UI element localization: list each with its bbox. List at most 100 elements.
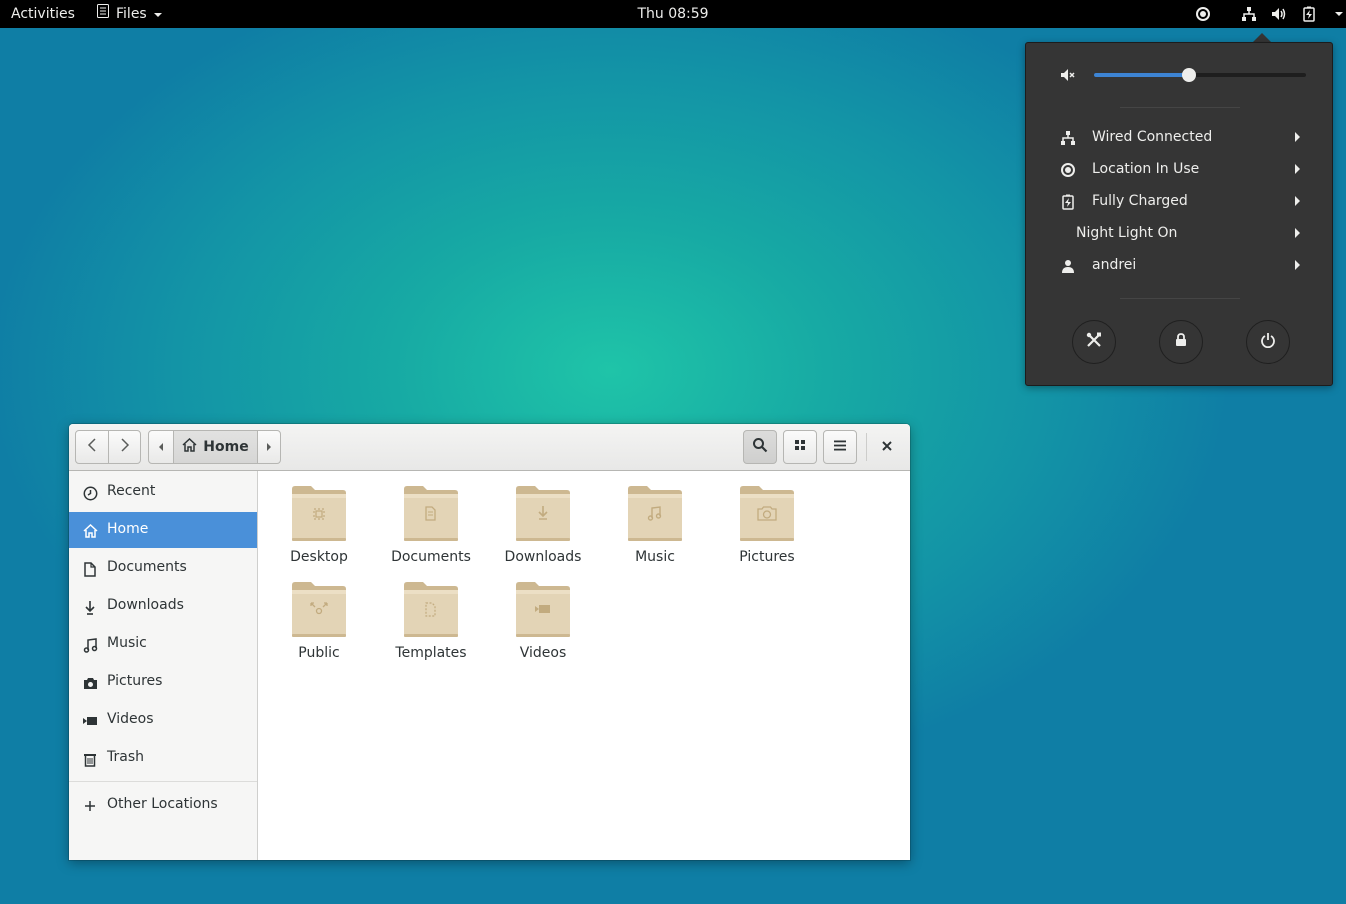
folder-label: Desktop bbox=[290, 549, 348, 565]
volume-muted-icon[interactable] bbox=[1060, 67, 1076, 87]
document-icon bbox=[82, 561, 98, 577]
folder-public[interactable]: Public bbox=[263, 571, 375, 663]
view-toggle-button[interactable] bbox=[783, 430, 817, 464]
location-icon bbox=[1060, 162, 1076, 178]
folder-templates[interactable]: Templates bbox=[375, 571, 487, 663]
separator bbox=[1120, 107, 1240, 108]
folder-icon bbox=[404, 486, 458, 541]
sidebar-item-documents[interactable]: Documents bbox=[69, 550, 257, 586]
folder-label: Pictures bbox=[739, 549, 795, 565]
sidebar-item-recent[interactable]: Recent bbox=[69, 474, 257, 510]
clock-area: Thu 08:59 bbox=[0, 0, 1346, 28]
menu-item-label: Location In Use bbox=[1092, 161, 1200, 177]
submenu-arrow-icon bbox=[1295, 132, 1300, 142]
sidebar-item-label: Pictures bbox=[107, 673, 163, 689]
search-button[interactable] bbox=[743, 430, 777, 464]
arrow-left-icon bbox=[159, 443, 163, 451]
power-button[interactable] bbox=[1246, 320, 1290, 364]
sidebar-item-music[interactable]: Music bbox=[69, 626, 257, 662]
header-bar: Home bbox=[69, 424, 910, 471]
volume-row bbox=[1026, 61, 1334, 89]
sidebar-item-other-locations[interactable]: Other Locations bbox=[69, 787, 257, 823]
folder-pictures[interactable]: Pictures bbox=[711, 475, 823, 567]
menu-item-label: andrei bbox=[1092, 257, 1137, 273]
menu-item-label: Wired Connected bbox=[1092, 129, 1213, 145]
folder-downloads[interactable]: Downloads bbox=[487, 475, 599, 567]
menu-item-label: Night Light On bbox=[1076, 225, 1178, 241]
sidebar-item-label: Videos bbox=[107, 711, 154, 727]
close-window-button[interactable] bbox=[872, 432, 902, 462]
sidebar-item-label: Downloads bbox=[107, 597, 184, 613]
app-menu-label: Files bbox=[116, 6, 147, 22]
power-icon bbox=[1260, 332, 1276, 352]
app-menu[interactable]: Files bbox=[96, 0, 163, 28]
system-indicators[interactable] bbox=[1194, 0, 1346, 28]
volume-icon bbox=[1270, 0, 1288, 28]
sidebar-item-home[interactable]: Home bbox=[69, 512, 257, 548]
folder-desktop[interactable]: Desktop bbox=[263, 475, 375, 567]
path-bar: Home bbox=[148, 430, 281, 464]
user-icon bbox=[1060, 258, 1076, 274]
navigation-buttons bbox=[75, 430, 141, 464]
folder-videos[interactable]: Videos bbox=[487, 571, 599, 663]
trash-icon bbox=[82, 751, 98, 767]
plus-icon bbox=[82, 798, 98, 814]
file-view: Desktop Documents Downloads Music Pictures Pu… bbox=[259, 471, 910, 860]
sidebar-item-label: Trash bbox=[107, 749, 144, 765]
menu-item-location[interactable]: Location In Use bbox=[1026, 154, 1332, 186]
volume-slider[interactable] bbox=[1094, 68, 1306, 82]
menu-item-battery[interactable]: Fully Charged bbox=[1026, 186, 1332, 218]
folder-icon bbox=[292, 486, 346, 541]
path-home-label: Home bbox=[203, 439, 249, 455]
lock-icon bbox=[1173, 332, 1189, 352]
search-icon bbox=[752, 437, 768, 457]
path-scroll-right-button[interactable] bbox=[257, 431, 280, 463]
battery-charged-icon bbox=[1060, 194, 1076, 210]
lock-button[interactable] bbox=[1159, 320, 1203, 364]
settings-button[interactable] bbox=[1072, 320, 1116, 364]
forward-button[interactable] bbox=[108, 431, 140, 463]
system-menu: Wired Connected Location In Use Fully Ch… bbox=[1025, 42, 1333, 386]
download-icon bbox=[82, 599, 98, 615]
folder-label: Templates bbox=[395, 645, 467, 661]
sidebar-item-label: Other Locations bbox=[107, 796, 218, 812]
folder-label: Public bbox=[298, 645, 340, 661]
header-divider bbox=[866, 433, 867, 461]
activities-button[interactable]: Activities bbox=[11, 0, 75, 28]
arrow-right-icon bbox=[267, 443, 271, 451]
folder-music[interactable]: Music bbox=[599, 475, 711, 567]
chevron-down-icon bbox=[153, 0, 163, 28]
path-scroll-left-button[interactable] bbox=[149, 431, 174, 463]
menu-item-night-light[interactable]: Night Light On bbox=[1026, 218, 1332, 250]
home-icon bbox=[82, 523, 98, 539]
folder-icon bbox=[516, 582, 570, 637]
clock[interactable]: Thu 08:59 bbox=[637, 6, 708, 22]
menu-item-user[interactable]: andrei bbox=[1026, 250, 1332, 282]
sidebar-item-label: Home bbox=[107, 521, 149, 537]
menu-item-network[interactable]: Wired Connected bbox=[1026, 122, 1332, 154]
sidebar-item-label: Music bbox=[107, 635, 147, 651]
chevron-right-icon bbox=[120, 438, 130, 456]
separator bbox=[1120, 298, 1240, 299]
folder-documents[interactable]: Documents bbox=[375, 475, 487, 567]
video-icon bbox=[82, 713, 98, 729]
path-home-button[interactable]: Home bbox=[174, 431, 257, 463]
places-sidebar: Recent Home Documents Downloads Music Pi… bbox=[69, 471, 258, 860]
folder-icon bbox=[628, 486, 682, 541]
back-button[interactable] bbox=[76, 431, 108, 463]
folder-icon bbox=[292, 582, 346, 637]
sidebar-item-videos[interactable]: Videos bbox=[69, 702, 257, 738]
folder-label: Documents bbox=[391, 549, 471, 565]
volume-slider-knob[interactable] bbox=[1182, 68, 1197, 82]
sidebar-item-downloads[interactable]: Downloads bbox=[69, 588, 257, 624]
hamburger-menu-button[interactable] bbox=[823, 430, 857, 464]
sidebar-item-pictures[interactable]: Pictures bbox=[69, 664, 257, 700]
folder-icon bbox=[516, 486, 570, 541]
top-bar: Activities Files Thu 08:59 bbox=[0, 0, 1346, 28]
hamburger-icon bbox=[834, 439, 846, 455]
folder-label: Music bbox=[635, 549, 675, 565]
clock-icon bbox=[82, 485, 98, 501]
dropdown-arrow-icon bbox=[1330, 0, 1346, 28]
settings-icon bbox=[1085, 331, 1103, 353]
sidebar-item-trash[interactable]: Trash bbox=[69, 740, 257, 776]
